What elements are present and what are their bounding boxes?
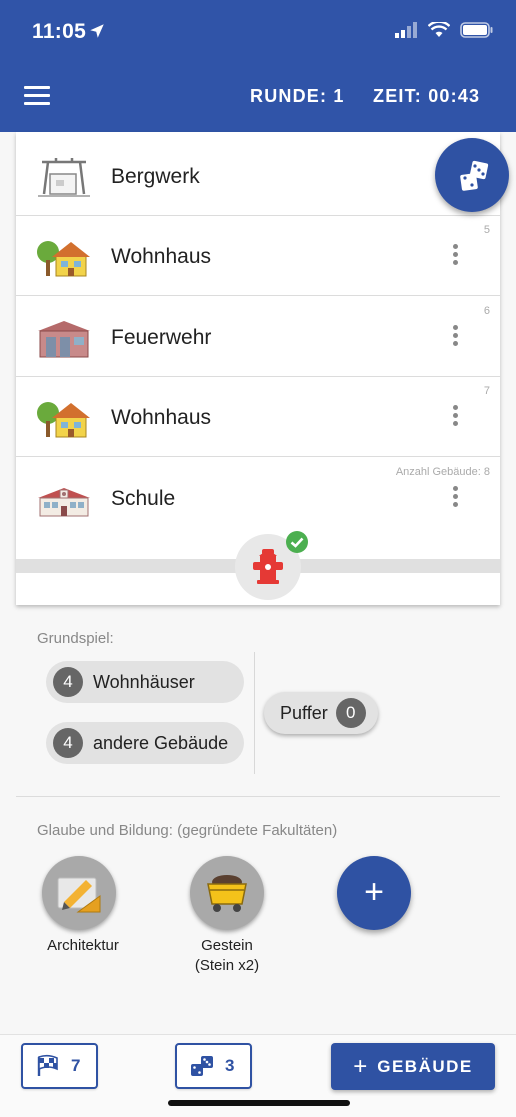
building-count-label: Anzahl Gebäude: 8 [395,466,490,478]
home-indicator[interactable] [168,1100,350,1106]
dice-count-button[interactable]: 3 [175,1043,252,1089]
goal-flag-button[interactable]: 7 [21,1043,98,1089]
add-building-button[interactable]: + GEBÄUDE [331,1043,495,1090]
more-options-icon[interactable] [450,325,460,351]
count-badge: 4 [53,667,83,697]
faculty-name: Gestein [201,937,253,954]
architecture-drafting-icon [57,877,101,913]
buffer-label: Puffer [280,702,328,723]
school-icon [38,488,90,517]
building-row[interactable]: Bergwerk [16,136,500,216]
count-badge: 4 [53,728,83,758]
building-row[interactable]: Wohnhaus 7 [16,377,500,457]
status-icons [394,22,494,38]
building-list: Bergwerk Wohnhaus 5 Feuerwehr 6 Wohnhaus… [16,132,500,605]
house-icon [37,241,90,277]
plus-icon: + [353,1052,368,1080]
dice-icon [191,1056,213,1076]
mine-icon [38,158,90,197]
hamburger-menu-icon[interactable] [24,86,50,106]
building-number: 6 [483,305,490,317]
residential-count-chip[interactable]: 4 Wohnhäuser [46,661,244,703]
grundspiel-label: Grundspiel: [37,630,114,647]
battery-icon [460,22,493,38]
chip-label: Wohnhäuser [93,671,195,692]
location-arrow-icon [90,24,104,38]
faculty-architecture[interactable] [42,856,116,930]
buffer-chip[interactable]: Puffer 0 [264,692,378,734]
faculties-label: Glaube und Bildung: (gegründete Fakultät… [37,822,338,839]
faculty-stone[interactable] [190,856,264,930]
wifi-icon [428,22,450,37]
cellular-signal-icon [395,22,417,38]
building-row[interactable]: Feuerwehr 6 [16,297,500,377]
vertical-divider [254,652,255,774]
add-faculty-button[interactable]: + [337,856,411,930]
status-bar: 11:05 [0,0,516,64]
other-buildings-chip[interactable]: 4 andere Gebäude [46,722,244,764]
add-building-label: GEBÄUDE [377,1056,473,1076]
building-name: Feuerwehr [111,326,212,349]
more-options-icon[interactable] [450,405,460,431]
roll-dice-button[interactable] [435,138,509,212]
round-counter: RUNDE: 1 [250,86,345,106]
app-screen: 11:05 RUNDE: 1 ZEIT: 00:43 Bergwerk Wohn… [0,0,516,1117]
building-number: 7 [483,385,490,397]
status-time: 11:05 [32,20,87,43]
building-name: Bergwerk [111,165,200,188]
faculty-label: Gestein (Stein x2) [170,936,284,976]
faculty-label: Architektur [30,936,136,956]
toolbar: RUNDE: 1 ZEIT: 00:43 [0,72,516,122]
count-badge: 0 [335,698,366,728]
building-name: Wohnhaus [111,245,212,268]
dice-icon [460,160,489,191]
plus-icon: + [364,873,384,911]
faculty-detail: (Stein x2) [194,957,260,974]
more-options-icon[interactable] [450,486,460,512]
house-icon [37,402,90,438]
app-header: 11:05 RUNDE: 1 ZEIT: 00:43 [0,0,516,132]
building-row[interactable]: Schule Anzahl Gebäude: 8 [16,458,500,538]
fire-station-icon [38,321,90,358]
building-name: Wohnhaus [111,406,212,429]
game-timer: ZEIT: 00:43 [373,86,481,106]
mine-cart-icon [207,875,247,912]
building-row[interactable]: Wohnhaus 5 [16,216,500,296]
faculty-name: Architektur [47,937,119,954]
building-number: 5 [483,224,490,236]
flag-count: 7 [71,1056,81,1075]
chip-label: andere Gebäude [93,732,229,753]
check-circle-icon [286,531,308,553]
checkered-flag-icon [37,1054,58,1076]
section-divider [16,796,500,797]
dice-count: 3 [225,1056,235,1075]
more-options-icon[interactable] [450,244,460,270]
building-name: Schule [111,487,176,510]
